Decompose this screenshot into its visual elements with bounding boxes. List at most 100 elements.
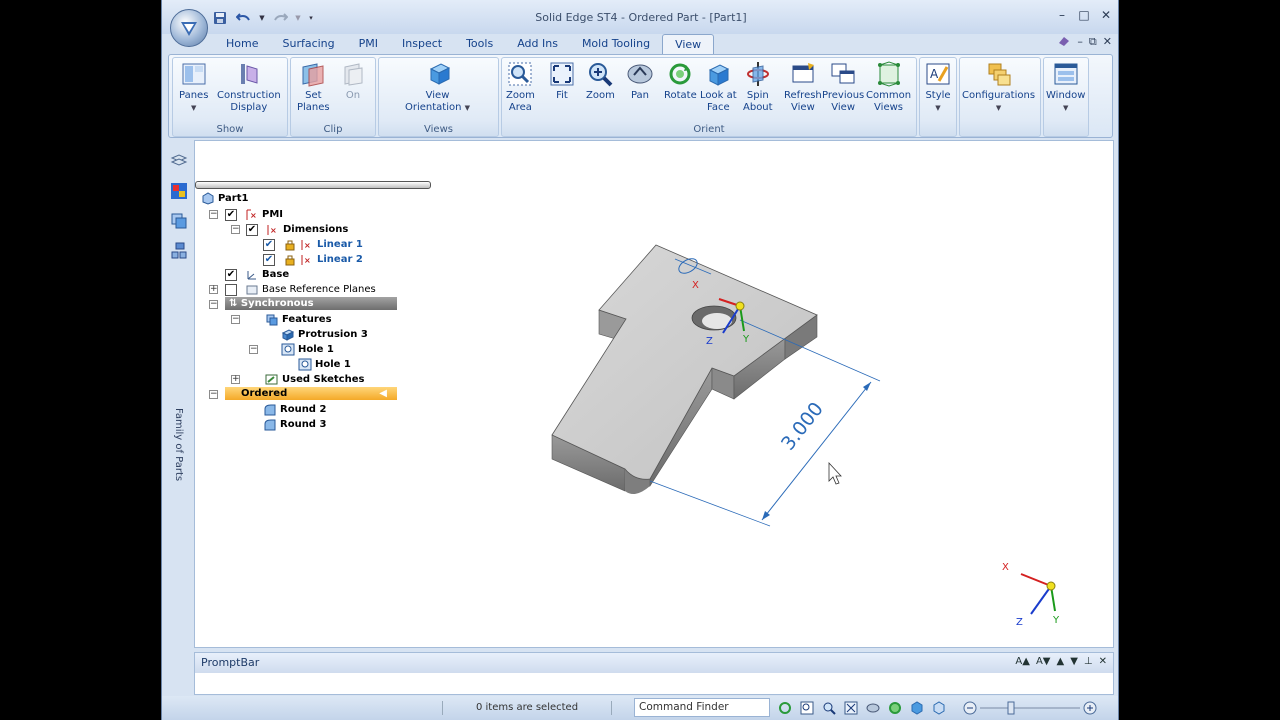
configurations-icon	[988, 63, 1011, 86]
spin-about-button[interactable]: Spin About	[743, 60, 773, 114]
tab-mold-tooling[interactable]: Mold Tooling	[570, 34, 662, 54]
rotate-icon[interactable]	[886, 699, 903, 716]
part-model[interactable]	[195, 141, 1115, 649]
selection-status: 0 items are selected	[442, 701, 612, 715]
construction-display-button[interactable]: Construction Display	[217, 60, 281, 114]
command-finder-input[interactable]: Command Finder	[634, 698, 770, 717]
style-button[interactable]: A Style ▼	[924, 60, 952, 114]
shaded-view-icon[interactable]	[930, 699, 947, 716]
configurations-button[interactable]: Configurations ▼	[962, 60, 1035, 114]
save-icon[interactable]	[210, 8, 230, 28]
scroll-up-button[interactable]: ▲	[1056, 656, 1064, 667]
zoom-button[interactable]: Zoom	[586, 60, 615, 102]
svg-text:A: A	[930, 67, 939, 81]
group-label-clip: Clip	[323, 124, 343, 135]
rotate-button[interactable]: Rotate	[664, 60, 697, 102]
dock-button[interactable]: ⊥	[1084, 656, 1093, 667]
group-style: A Style ▼	[919, 57, 957, 137]
previous-view-button[interactable]: Previous View	[822, 60, 864, 114]
window-button[interactable]: Window ▼	[1046, 60, 1085, 114]
doc-restore-button[interactable]: ⧉	[1089, 35, 1097, 50]
rotate-icon	[669, 63, 691, 85]
refresh-view-button[interactable]: Refresh View	[784, 60, 822, 114]
zoom-icon	[589, 63, 613, 87]
tab-tools[interactable]: Tools	[454, 34, 505, 54]
panes-button[interactable]: Panes ▼	[179, 60, 208, 114]
view-orientation-button[interactable]: View Orientation ▼	[405, 60, 470, 114]
color-palette-icon[interactable]	[170, 182, 188, 200]
title-bar: Solid Edge ST4 - Ordered Part - [Part1] …	[162, 0, 1118, 34]
fit-icon	[550, 62, 574, 86]
redo-icon[interactable]	[270, 8, 290, 28]
group-window: Window ▼	[1043, 57, 1089, 137]
group-views: View Orientation ▼ Views	[378, 57, 499, 137]
customize-qat-icon[interactable]: ▾	[306, 8, 316, 28]
clip-on-button[interactable]: On	[339, 60, 367, 102]
view-orientation-icon	[429, 63, 450, 85]
redo-dropdown-icon[interactable]: ▼	[294, 8, 302, 28]
zoom-icon[interactable]	[820, 699, 837, 716]
look-at-face-button[interactable]: Look at Face	[700, 60, 737, 114]
tab-add-ins[interactable]: Add Ins	[505, 34, 570, 54]
quick-access-toolbar: ▼ ▼ ▾	[210, 8, 316, 28]
triad-y-label: Y	[743, 334, 750, 345]
tab-home[interactable]: Home	[214, 34, 270, 54]
parts-library-icon[interactable]	[170, 212, 188, 230]
close-button[interactable]: ✕	[1096, 6, 1116, 24]
style-icon: A	[926, 63, 950, 85]
doc-close-button[interactable]: ✕	[1103, 35, 1112, 50]
tab-view[interactable]: View	[662, 34, 715, 54]
group-label-views: Views	[424, 124, 453, 135]
group-show: Panes ▼ Construction Display Show	[172, 57, 288, 137]
set-planes-button[interactable]: Set Planes	[297, 60, 330, 114]
scroll-down-button[interactable]: ▼	[1070, 656, 1078, 667]
group-orient: Zoom Area Fit Zoom Pan Rotate Look at Fa…	[501, 57, 917, 137]
look-at-face-icon	[709, 64, 730, 86]
refresh-view-icon	[792, 63, 814, 83]
minimize-button[interactable]: –	[1052, 6, 1072, 24]
family-of-parts-icon[interactable]	[170, 242, 188, 260]
undo-dropdown-icon[interactable]: ▼	[258, 8, 266, 28]
fit-button[interactable]: Fit	[548, 60, 576, 102]
document-controls: – ⧉ ✕	[1057, 35, 1112, 50]
font-decrease-button[interactable]: A▼	[1036, 656, 1051, 667]
app-window: Solid Edge ST4 - Ordered Part - [Part1] …	[161, 0, 1119, 720]
graphics-window[interactable]: Part1 − ✔ × PMI − ✔ × Dimensions ✔ × Lin…	[194, 140, 1114, 648]
view-triad-y-label: Y	[1053, 615, 1060, 626]
tab-inspect[interactable]: Inspect	[390, 34, 454, 54]
view-triad-x-label: X	[1002, 562, 1009, 573]
chevron-down-icon: ▼	[464, 104, 471, 112]
panes-icon	[182, 63, 206, 85]
window-controls: – □ ✕	[1052, 6, 1116, 24]
font-increase-button[interactable]: A▲	[1015, 656, 1030, 667]
chevron-down-icon: ▼	[935, 104, 941, 112]
triad-z-label: Z	[706, 336, 713, 347]
set-planes-icon	[302, 63, 324, 87]
ribbon-tabs: Home Surfacing PMI Inspect Tools Add Ins…	[214, 34, 715, 54]
previous-view-icon	[831, 63, 855, 84]
fit-icon[interactable]	[842, 699, 859, 716]
view-cube-icon[interactable]	[908, 699, 925, 716]
group-label-show: Show	[216, 124, 244, 135]
zoom-area-icon[interactable]	[798, 699, 815, 716]
pan-icon[interactable]	[864, 699, 881, 716]
window-icon	[1054, 63, 1078, 85]
common-views-button[interactable]: Common Views	[866, 60, 911, 114]
group-configurations: Configurations ▼	[959, 57, 1041, 137]
layers-icon[interactable]	[170, 152, 188, 170]
zoom-slider[interactable]	[962, 700, 1102, 716]
pan-button[interactable]: Pan	[626, 60, 654, 102]
tab-surfacing[interactable]: Surfacing	[270, 34, 346, 54]
promptbar-close-button[interactable]: ✕	[1099, 656, 1107, 667]
help-icon[interactable]	[1057, 35, 1071, 50]
pan-icon	[627, 64, 653, 84]
family-of-parts-tab[interactable]: Family of Parts	[173, 408, 184, 481]
doc-minimize-button[interactable]: –	[1077, 35, 1083, 50]
tab-pmi[interactable]: PMI	[347, 34, 390, 54]
chevron-down-icon: ▼	[191, 104, 197, 112]
zoom-area-button[interactable]: Zoom Area	[506, 60, 535, 114]
application-button[interactable]	[170, 9, 208, 47]
refresh-icon[interactable]	[776, 699, 793, 716]
maximize-button[interactable]: □	[1074, 6, 1094, 24]
undo-icon[interactable]	[234, 8, 254, 28]
